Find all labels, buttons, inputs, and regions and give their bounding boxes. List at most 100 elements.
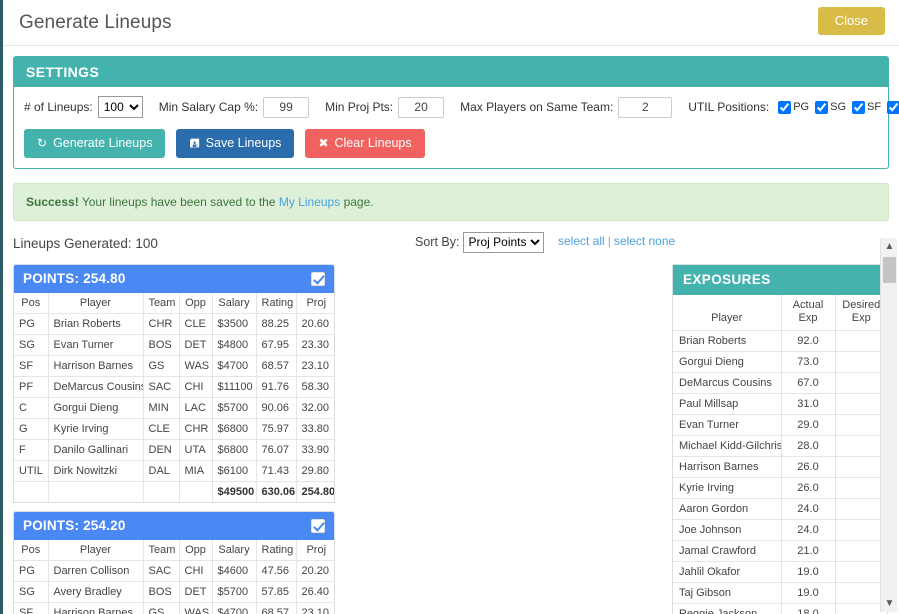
lineup-cell-team: DAL xyxy=(143,459,180,481)
exposures-actual-exp: 31.0 xyxy=(781,393,836,415)
table-row: SF Harrison Barnes GS WAS $4700 68.57 23.10 xyxy=(14,601,334,614)
lineup-total-opp xyxy=(179,480,213,502)
chevron-up-icon[interactable]: ▲ xyxy=(881,238,898,255)
exposures-row: Paul Millsap 31.0 xyxy=(673,393,887,415)
exposures-actual-exp: 29.0 xyxy=(781,414,836,436)
lineup-cell-salary: $3500 xyxy=(212,312,257,334)
exposures-player: Kyrie Irving xyxy=(673,477,782,499)
table-row: PF DeMarcus Cousins SAC CHI $11100 91.76 58.30 xyxy=(14,375,334,397)
exposures-actual-exp: 19.0 xyxy=(781,561,836,583)
lineup-cell-rating: 47.56 xyxy=(256,559,297,581)
min-salary-input[interactable] xyxy=(263,96,310,118)
lineup-col-proj: Proj xyxy=(306,543,327,556)
lineup-points-label: POINTS: 254.20 xyxy=(23,518,126,533)
lineup-select-checkbox[interactable] xyxy=(311,271,325,286)
lineup-cell-rating: 76.07 xyxy=(256,438,297,460)
lineup-cell-pos: SG xyxy=(14,580,49,602)
floppy-disk-icon: 🖪 xyxy=(189,136,200,151)
table-row: PG Darren Collison SAC CHI $4600 47.56 20.20 xyxy=(14,559,334,581)
sort-by-group: Sort By: Proj Points xyxy=(415,231,545,253)
exposures-row: Kyrie Irving 26.0 xyxy=(673,477,887,499)
exposures-row: Jahlil Okafor 19.0 xyxy=(673,561,887,583)
lineup-cell-pos: UTIL xyxy=(14,459,49,481)
lineup-cell-rating: 57.85 xyxy=(256,580,297,602)
select-all-link[interactable]: select all xyxy=(558,234,605,248)
lineup-cell-salary: $5700 xyxy=(212,396,257,418)
exposures-col-player: Player xyxy=(673,294,782,331)
lineup-cell-player: Brian Roberts xyxy=(48,312,144,334)
util-checkbox-pf[interactable] xyxy=(887,100,899,114)
exposures-actual-exp: 28.0 xyxy=(781,435,836,457)
util-checkbox-sf[interactable] xyxy=(852,100,866,114)
util-checkbox-sg[interactable] xyxy=(815,100,829,114)
lineup-cell-rating: 68.57 xyxy=(256,354,297,376)
lineup-cell-proj: 23.10 xyxy=(296,601,334,614)
chevron-down-icon[interactable]: ▼ xyxy=(881,595,898,612)
exposures-row: Joe Johnson 24.0 xyxy=(673,519,887,541)
page-scrollbar[interactable]: ▲ ▼ xyxy=(880,238,897,612)
max-players-label: Max Players on Same Team: xyxy=(460,100,614,114)
clear-lineups-button[interactable]: ✖ Clear Lineups xyxy=(305,129,425,158)
sort-by-select[interactable]: Proj Points xyxy=(463,231,545,253)
lineup-cell-salary: $5700 xyxy=(212,580,257,602)
lineup-select-checkbox[interactable] xyxy=(311,518,325,533)
lineup-col-team: Team xyxy=(143,539,180,560)
lineup-cell-player: Harrison Barnes xyxy=(48,601,144,614)
lineup-cell-team: DEN xyxy=(143,438,180,460)
lineup-cell-rating: 88.25 xyxy=(256,312,297,334)
lineup-total-team xyxy=(143,480,180,502)
exposures-player: Brian Roberts xyxy=(673,330,782,352)
max-players-input[interactable] xyxy=(618,96,673,118)
exposures-col-actual: Actual Exp xyxy=(781,294,836,331)
lineups-grid: POINTS: 254.80 Pos Player Team Opp Salary Rati… xyxy=(13,263,664,614)
lineup-col-opp: Opp xyxy=(179,292,213,313)
lineup-cell-player: Gorgui Dieng xyxy=(48,396,144,418)
lineup-cell-pos: PF xyxy=(14,375,49,397)
lineup-cell-pos: SG xyxy=(14,333,49,355)
lineup-cell-salary: $6800 xyxy=(212,417,257,439)
exposures-player: Jahlil Okafor xyxy=(673,561,782,583)
lineup-cell-opp: CLE xyxy=(179,312,213,334)
num-lineups-select[interactable]: 100 xyxy=(97,96,143,118)
generate-lineups-modal: Generate Lineups Close SETTINGS # of Lin… xyxy=(0,0,899,614)
lineup-total-proj: 254.80 xyxy=(296,480,334,502)
lineup-cell-player: Kyrie Irving xyxy=(48,417,144,439)
lineup-col-proj: Proj xyxy=(306,296,327,309)
lineup-col-opp: Opp xyxy=(179,539,213,560)
lineup-cell-salary: $4700 xyxy=(212,354,257,376)
lineup-cell-player: DeMarcus Cousins xyxy=(48,375,144,397)
selection-links: select all | select none xyxy=(558,234,675,248)
lineup-cell-opp: CHI xyxy=(179,375,213,397)
generate-lineups-button[interactable]: ↻ Generate Lineups xyxy=(24,129,166,158)
sort-by-label: Sort By: xyxy=(415,235,460,249)
my-lineups-link[interactable]: My Lineups xyxy=(279,195,340,209)
exposures-row: Gorgui Dieng 73.0 xyxy=(673,351,887,373)
settings-panel: SETTINGS # of Lineups: 100 Min Salary Ca… xyxy=(13,56,899,169)
save-lineups-button[interactable]: 🖪 Save Lineups xyxy=(176,129,295,158)
table-row: PG Brian Roberts CHR CLE $3500 88.25 20.60 xyxy=(14,312,334,334)
exposures-player: Joe Johnson xyxy=(673,519,782,541)
table-row: G Kyrie Irving CLE CHR $6800 75.97 33.80 xyxy=(14,417,334,439)
clear-lineups-label: Clear Lineups xyxy=(334,136,412,150)
lineup-cell-team: CLE xyxy=(143,417,180,439)
lineup-cell-proj: 32.00 xyxy=(296,396,334,418)
generate-lineups-label: Generate Lineups xyxy=(53,136,153,150)
close-button[interactable]: Close xyxy=(817,7,885,36)
lineup-total-player xyxy=(48,480,144,502)
util-label-sg: SG xyxy=(830,101,847,113)
util-checkbox-pg[interactable] xyxy=(778,100,792,114)
exposures-actual-exp: 18.0 xyxy=(781,603,836,614)
scrollbar-thumb[interactable] xyxy=(883,257,896,283)
exposures-panel: EXPOSURES Player Actual Exp Desired Exp … xyxy=(672,263,888,614)
min-proj-input[interactable] xyxy=(398,96,445,118)
lineup-cell-opp: DET xyxy=(179,580,213,602)
exposures-player: Harrison Barnes xyxy=(673,456,782,478)
table-row: C Gorgui Dieng MIN LAC $5700 90.06 32.00 xyxy=(14,396,334,418)
lineup-header-row: Pos Player Team Opp Salary Rating Proj xyxy=(14,539,334,560)
select-none-link[interactable]: select none xyxy=(614,234,675,248)
exposures-actual-exp: 24.0 xyxy=(781,498,836,520)
lineup-cell-pos: PG xyxy=(14,312,49,334)
x-mark-icon: ✖ xyxy=(318,136,329,151)
lineup-cell-salary: $4600 xyxy=(212,559,257,581)
lineup-cell-rating: 68.57 xyxy=(256,601,297,614)
